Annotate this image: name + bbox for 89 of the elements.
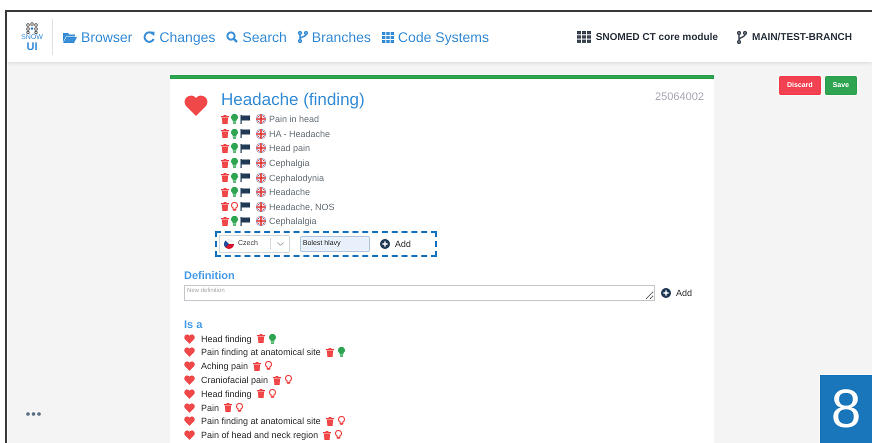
branch-link[interactable]: MAIN/TEST-BRANCH	[737, 30, 852, 44]
flag-icon	[256, 216, 266, 226]
plus-circle-icon	[661, 288, 671, 298]
flag-icon[interactable]	[240, 216, 250, 226]
module-link[interactable]: SNOMED CT core module	[576, 30, 718, 44]
trash-icon[interactable]	[253, 362, 262, 371]
lightbulb-icon[interactable]	[338, 347, 345, 358]
heart-icon	[184, 402, 195, 413]
lightbulb-icon[interactable]	[338, 416, 345, 426]
more-icon[interactable]	[26, 412, 41, 416]
flag-icon[interactable]	[240, 173, 250, 182]
heart-icon	[184, 361, 195, 372]
flag-icon[interactable]	[240, 114, 250, 124]
flag-icon[interactable]	[240, 129, 250, 138]
concept-id: 25064002	[655, 91, 704, 103]
flag-icon	[224, 238, 234, 249]
description-term: HA - Headache	[269, 128, 330, 139]
add-button[interactable]: Add	[380, 238, 411, 249]
trash-icon[interactable]	[221, 144, 229, 153]
branch-icon	[298, 31, 308, 43]
description-term: Head pain	[269, 143, 310, 154]
trash-icon[interactable]	[256, 389, 265, 398]
lightbulb-icon[interactable]	[268, 334, 276, 344]
parent-concept[interactable]: Pain finding at anatomical site	[201, 416, 321, 426]
flag-icon[interactable]	[240, 144, 250, 153]
flag-icon	[256, 158, 266, 168]
heart-icon	[184, 334, 195, 344]
grid-icon	[382, 32, 394, 42]
folder-icon	[63, 32, 77, 42]
caret-icon	[276, 242, 284, 246]
logo-icon	[25, 22, 39, 34]
flag-icon[interactable]	[240, 188, 250, 197]
flag-icon	[256, 128, 266, 139]
parent-concept[interactable]: Pain of head and neck region	[201, 430, 318, 440]
description-term: Cephalalgia	[269, 216, 317, 226]
heart-icon	[184, 95, 208, 116]
section-heading: Definition	[184, 270, 236, 282]
flag-icon	[256, 114, 266, 124]
parent-concept[interactable]: Craniofacial pain	[201, 375, 268, 386]
trash-icon[interactable]	[221, 188, 229, 197]
flag-icon	[256, 202, 266, 212]
concept-title: Headache (finding)	[221, 90, 365, 110]
refresh-icon	[143, 31, 156, 43]
lightbulb-icon[interactable]	[335, 430, 342, 440]
trash-icon[interactable]	[221, 216, 229, 226]
description-term: Headache	[269, 187, 310, 198]
lightbulb-icon[interactable]	[268, 388, 276, 399]
trash-icon[interactable]	[224, 403, 232, 412]
flag-icon	[256, 143, 266, 154]
lightbulb-icon[interactable]	[265, 361, 272, 372]
description-term: Cephalodynia	[269, 172, 324, 183]
trash-icon[interactable]	[326, 416, 334, 426]
trash-icon[interactable]	[221, 129, 229, 138]
branch-icon	[737, 30, 747, 44]
parent-concept[interactable]: Pain	[201, 402, 220, 413]
heart-icon	[184, 347, 195, 358]
trash-icon[interactable]	[326, 348, 334, 357]
parent-concept[interactable]: Head finding	[201, 334, 252, 344]
lightbulb-icon[interactable]	[231, 202, 238, 212]
step-badge: 8	[820, 375, 872, 443]
flag-icon[interactable]	[240, 158, 250, 168]
description-term: Pain in head	[269, 114, 320, 124]
parent-concept[interactable]: Head finding	[201, 388, 252, 399]
flag-icon	[256, 172, 266, 183]
trash-icon[interactable]	[273, 376, 282, 385]
section-heading: Is a	[184, 318, 204, 331]
heart-icon	[184, 375, 195, 386]
flag-icon	[256, 187, 266, 198]
trash-icon[interactable]	[221, 202, 229, 212]
lightbulb-icon[interactable]	[236, 402, 244, 413]
trash-icon[interactable]	[256, 334, 265, 344]
trash-icon[interactable]	[221, 114, 229, 124]
plus-circle-icon	[380, 238, 390, 249]
heart-icon	[184, 416, 195, 426]
logo-text: UI	[26, 42, 38, 52]
search-icon	[226, 31, 238, 43]
trash-icon[interactable]	[323, 430, 332, 440]
heart-icon	[184, 430, 195, 440]
description-term: Headache, NOS	[269, 202, 335, 212]
trash-icon[interactable]	[221, 173, 229, 182]
parent-concept[interactable]: Pain finding at anatomical site	[201, 347, 321, 358]
lightbulb-icon[interactable]	[285, 375, 292, 386]
grid-icon	[576, 31, 591, 43]
trash-icon[interactable]	[221, 158, 229, 168]
heart-icon	[184, 388, 195, 399]
flag-icon[interactable]	[240, 202, 250, 212]
parent-concept[interactable]: Aching pain	[201, 361, 248, 372]
add-button[interactable]: Add	[661, 288, 692, 298]
description-term: Cephalgia	[269, 158, 310, 168]
